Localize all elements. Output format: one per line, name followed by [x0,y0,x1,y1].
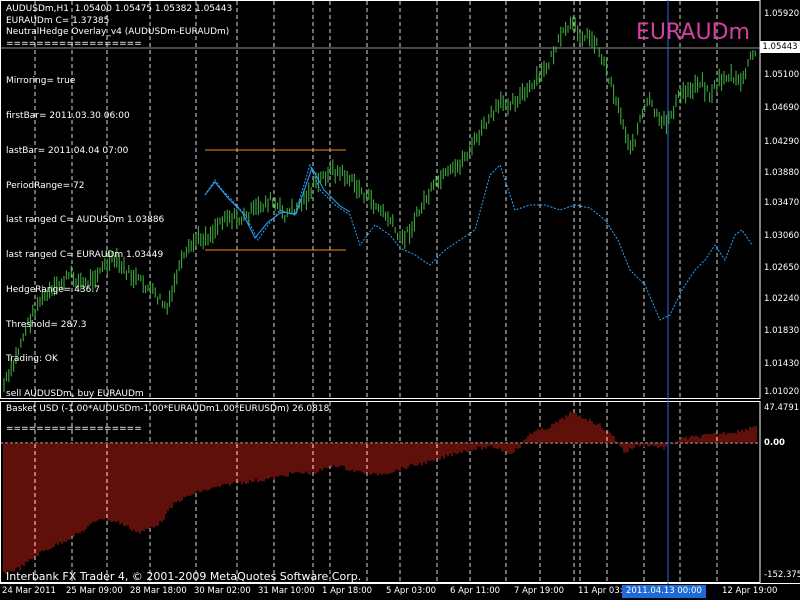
crosshair-time-box: 2011.04.13 00:00 [622,585,706,598]
copyright-text: Interbank FX Trader 4, © 2001-2009 MetaQ… [6,570,362,583]
separator-line: ================== [6,38,142,49]
price-axis-label: 1.04290 [764,137,800,147]
time-axis-label: 25 Mar 09:00 [66,586,123,596]
time-axis-label: 30 Mar 02:00 [194,586,251,596]
current-price-box: 1.05443 [760,41,800,53]
indicator-stat: Mirroring= true [6,76,76,87]
price-axis-label: 1.01430 [764,359,800,369]
price-axis-label: 1.03470 [764,198,800,208]
time-axis-label: 31 Mar 10:00 [258,586,315,596]
time-axis-label: 6 Apr 11:00 [450,586,501,596]
indicator-stat: last ranged C= EURAUDm 1.03449 [6,250,164,261]
time-axis-label: 7 Apr 19:00 [514,586,565,596]
symbol-watermark: EURAUDm [636,20,750,45]
price-axis-label: 1.02240 [764,294,800,304]
time-axis-label: 1 Apr 18:00 [322,586,373,596]
indicator-name-line: NeutralHedge Overlay_v4 (AUDUSDm-EURAUDm… [6,27,230,38]
subpane-zero-label: 0.00 [764,438,785,448]
subpane-max-label: 47.4791 [764,403,800,413]
subpane-min-label: -152.375 [764,570,800,580]
time-axis-label: 5 Apr 03:00 [386,586,437,596]
symbol-info-block: AUDUSDm,H1 1.05400 1.05475 1.05382 1.054… [6,4,232,50]
price-axis-label: 1.01830 [764,326,800,336]
time-axis-label: 24 Mar 2011 [2,586,56,596]
hedge-overlay-line [204,163,753,321]
indicator-stat: Trading: OK [6,354,58,365]
time-axis-label: 28 Mar 18:00 [130,586,187,596]
second-symbol-close-line: EURAUDm C= 1.37385 [6,15,110,26]
indicator-stat: firstBar= 2011.03.30 06:00 [6,110,130,121]
indicator-stat: HedgeRange= 436.7 [6,284,100,295]
indicator-stat: sell AUDUSDm, buy EURAUDm [6,389,144,400]
indicator-stat: Threshold= 287.3 [6,319,87,330]
price-axis-label: 1.04690 [764,103,800,113]
symbol-ohlc-line: AUDUSDm,H1 1.05400 1.05475 1.05382 1.054… [6,4,233,14]
indicator-stat: PeriodRange= 72 [6,180,85,191]
indicator-stat: last ranged C= AUDUSDm 1.03886 [6,215,165,226]
indicator-stats-block: Mirroring= true firstBar= 2011.03.30 06:… [6,53,164,447]
price-axis-label: 1.03060 [764,231,800,241]
indicator-stat: ================== [6,424,142,434]
price-axis-label: 1.03880 [764,168,800,178]
indicator-stat: lastBar= 2011.04.04 07:00 [6,145,129,156]
price-axis-label: 1.05920 [764,9,800,19]
time-axis-label: 12 Apr 19:00 [722,586,778,596]
price-axis-label: 1.02650 [764,263,800,273]
price-axis-label: 1.05100 [764,70,800,80]
price-axis-label: 1.01020 [764,387,800,397]
subpane-title: Basket USD (-1.00*AUDUSDm-1.00*EURAUDm1.… [6,404,330,414]
